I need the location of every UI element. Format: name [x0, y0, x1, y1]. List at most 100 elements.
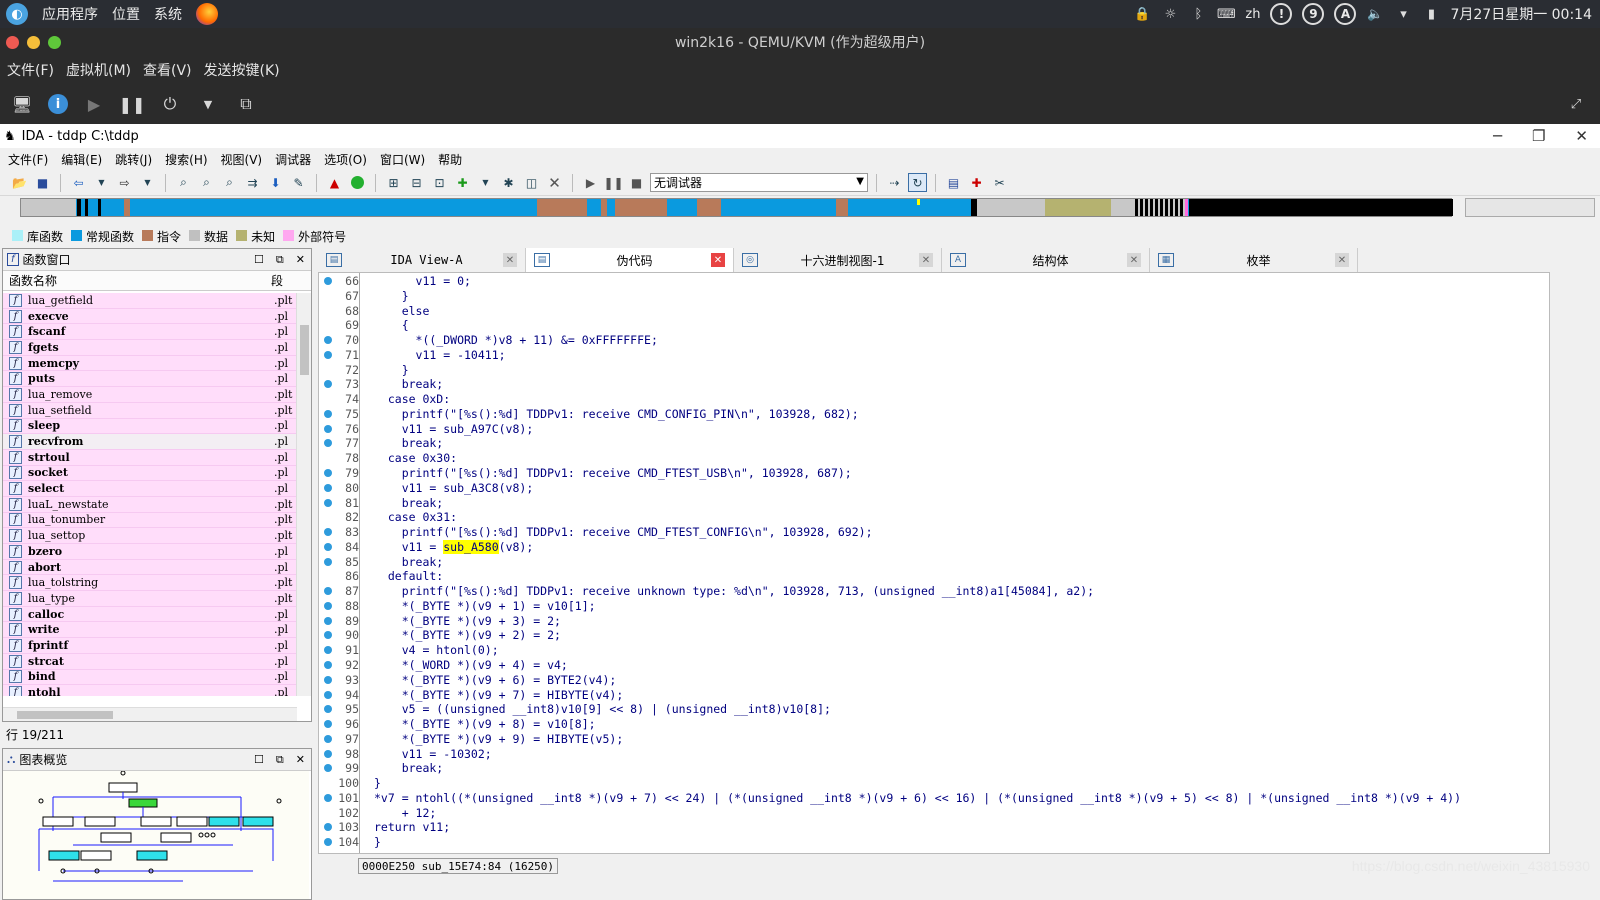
ida-menu-jump[interactable]: 跳转(J) — [115, 151, 152, 168]
function-row[interactable]: f puts .pl — [3, 371, 297, 388]
function-row[interactable]: f fscanf .pl — [3, 324, 297, 341]
keyboard-icon[interactable]: ⌨ — [1217, 5, 1236, 23]
function-row[interactable]: f socket .pl — [3, 465, 297, 482]
bookmark-icon[interactable]: ▤ — [944, 173, 963, 192]
code-line[interactable]: 89 *(_BYTE *)(v9 + 3) = 2; — [319, 614, 1549, 629]
breakpoint-dot-icon[interactable] — [324, 528, 332, 537]
breakpoint-dot-icon[interactable] — [324, 439, 332, 448]
float-pane-icon[interactable]: ⧉ — [276, 753, 284, 767]
code-line[interactable]: 93 *(_BYTE *)(v9 + 6) = BYTE2(v4); — [319, 673, 1549, 688]
code-line[interactable]: 102 + 12; — [319, 806, 1549, 821]
close-pane-icon[interactable]: ✕ — [296, 753, 305, 767]
step-icon[interactable]: ⇢ — [885, 173, 904, 192]
breakpoint-dot-icon[interactable] — [324, 380, 332, 389]
bluetooth-icon[interactable]: ᛒ — [1189, 5, 1207, 23]
ida-minimize-button[interactable]: ─ — [1493, 127, 1502, 145]
code-line[interactable]: 90 *(_BYTE *)(v9 + 2) = 2; — [319, 628, 1549, 643]
function-row[interactable]: f recvfrom .pl — [3, 434, 297, 450]
code-line[interactable]: 84 v11 = sub_A580(v8); — [319, 539, 1549, 555]
save-icon[interactable]: ■ — [33, 173, 52, 192]
breakpoint-dot-icon[interactable] — [324, 498, 332, 507]
brightness-icon[interactable]: ☼ — [1161, 5, 1179, 23]
code-line[interactable]: 85 break; — [319, 555, 1549, 570]
code-line[interactable]: 103 return v11; — [319, 820, 1549, 835]
tray-9-badge[interactable]: 9 — [1302, 3, 1325, 25]
tab-enums[interactable]: ▦ 枚举 ✕ — [1150, 248, 1358, 272]
code-line[interactable]: 78 case 0x30: — [319, 451, 1549, 466]
firefox-icon[interactable] — [196, 3, 218, 25]
tab-structures[interactable]: A 结构体 ✕ — [942, 248, 1150, 272]
tab-ida-view-a[interactable]: ▤ IDA View-A ✕ — [318, 248, 526, 272]
breakpoint-dot-icon[interactable] — [324, 350, 332, 359]
tab-pseudocode[interactable]: ▤ 伪代码 ✕ — [526, 248, 734, 272]
wifi-icon[interactable]: ▾ — [1394, 5, 1412, 23]
breakpoint-dot-icon[interactable] — [324, 336, 332, 345]
code-line[interactable]: 82 case 0x31: — [319, 510, 1549, 525]
ida-menu-view[interactable]: 视图(V) — [221, 151, 263, 168]
breakpoint-dot-icon[interactable] — [324, 483, 332, 492]
qemu-menu-sendkey[interactable]: 发送按键(K) — [204, 60, 280, 80]
function-row[interactable]: f ntohl .pl — [3, 685, 297, 696]
forward-arrow-icon[interactable]: ⇨ — [115, 173, 134, 192]
functions-list[interactable]: f lua_getfield .plt f execve .pl f fscanf .pl f fg… — [3, 293, 297, 696]
function-row[interactable]: f calloc .pl — [3, 606, 297, 623]
code-line[interactable]: 88 *(_BYTE *)(v9 + 1) = v10[1]; — [319, 599, 1549, 614]
apps-menu[interactable]: 应用程序 — [42, 4, 98, 24]
console-icon[interactable]: 🖥 — [10, 92, 34, 116]
breakpoint-dot-icon[interactable] — [324, 838, 332, 847]
close-tab-icon[interactable]: ✕ — [1127, 253, 1141, 267]
code-line[interactable]: 75 printf("[%s():%d] TDDPv1: receive CMD… — [319, 407, 1549, 422]
mark-icon[interactable]: ✎ — [289, 173, 308, 192]
ida-menu-file[interactable]: 文件(F) — [8, 151, 48, 168]
breakpoint-dot-icon[interactable] — [324, 720, 332, 729]
breakpoint-dot-icon[interactable] — [324, 557, 332, 566]
breakpoint-dot-icon[interactable] — [324, 542, 332, 551]
function-row[interactable]: f lua_type .plt — [3, 591, 297, 607]
code-line[interactable]: 77 break; — [319, 436, 1549, 451]
qemu-menu-vm[interactable]: 虚拟机(M) — [66, 60, 131, 80]
breakpoint-dot-icon[interactable] — [324, 277, 332, 285]
breakpoint-dot-icon[interactable] — [324, 469, 332, 477]
close-window-button[interactable] — [6, 35, 19, 49]
function-row[interactable]: f fgets .pl — [3, 340, 297, 356]
breakpoint-dot-icon[interactable] — [324, 690, 332, 699]
code-line[interactable]: 81 break; — [319, 496, 1549, 511]
navigation-band[interactable] — [20, 198, 1453, 217]
search-next-icon[interactable]: ⇉ — [243, 173, 262, 192]
function-row[interactable]: f lua_setfield .plt — [3, 402, 297, 419]
navigation-band-dropdown[interactable] — [1465, 198, 1595, 217]
code-line[interactable]: 104} — [319, 835, 1549, 850]
code-line[interactable]: 79 printf("[%s():%d] TDDPv1: receive CMD… — [319, 466, 1549, 481]
ida-menu-help[interactable]: 帮助 — [438, 151, 462, 168]
code-line[interactable]: 94 *(_BYTE *)(v9 + 7) = HIBYTE(v4); — [319, 688, 1549, 703]
info-circle-icon[interactable]: ! — [1270, 3, 1293, 25]
tools-icon[interactable]: ✂ — [990, 173, 1009, 192]
close-tab-icon[interactable]: ✕ — [1335, 253, 1349, 267]
column-function-name[interactable]: 函数名称 — [3, 272, 271, 289]
breakpoint-dot-icon[interactable] — [324, 661, 332, 670]
ida-menu-edit[interactable]: 编辑(E) — [61, 151, 102, 168]
stop-debug-icon[interactable]: ■ — [627, 173, 646, 192]
snapshot-icon[interactable]: ⧉ — [234, 92, 258, 116]
chevron-down-icon[interactable]: ▼ — [196, 92, 220, 116]
breakpoint-dot-icon[interactable] — [324, 675, 332, 684]
code-line[interactable]: 66 v11 = 0; — [319, 274, 1549, 289]
function-row[interactable]: f sleep .pl — [3, 418, 297, 435]
ida-menu-windows[interactable]: 窗口(W) — [380, 151, 425, 168]
function-row[interactable]: f lua_remove .plt — [3, 387, 297, 403]
chevron-down-icon[interactable]: ▼ — [92, 173, 111, 192]
code-line[interactable]: 71 v11 = -10411; — [319, 348, 1549, 363]
breakpoint-dot-icon[interactable] — [324, 705, 332, 714]
run-to-cursor-icon[interactable]: ↻ — [908, 173, 927, 192]
function-row[interactable]: f fprintf .pl — [3, 638, 297, 654]
function-row[interactable]: f lua_tonumber .plt — [3, 512, 297, 529]
code-line[interactable]: 83 printf("[%s():%d] TDDPv1: receive CMD… — [319, 525, 1549, 540]
search-immediate-icon[interactable]: ⌕ — [220, 173, 239, 192]
breakpoint-dot-icon[interactable] — [324, 734, 332, 743]
breakpoint-dot-icon[interactable] — [324, 424, 332, 433]
breakpoint-dot-icon[interactable] — [324, 631, 332, 640]
maximize-pane-icon[interactable]: ☐ — [254, 253, 264, 267]
graph-color-icon[interactable]: ▲ — [325, 173, 344, 192]
tray-a-badge[interactable]: A — [1334, 3, 1357, 25]
close-tab-icon[interactable]: ✕ — [711, 253, 725, 267]
